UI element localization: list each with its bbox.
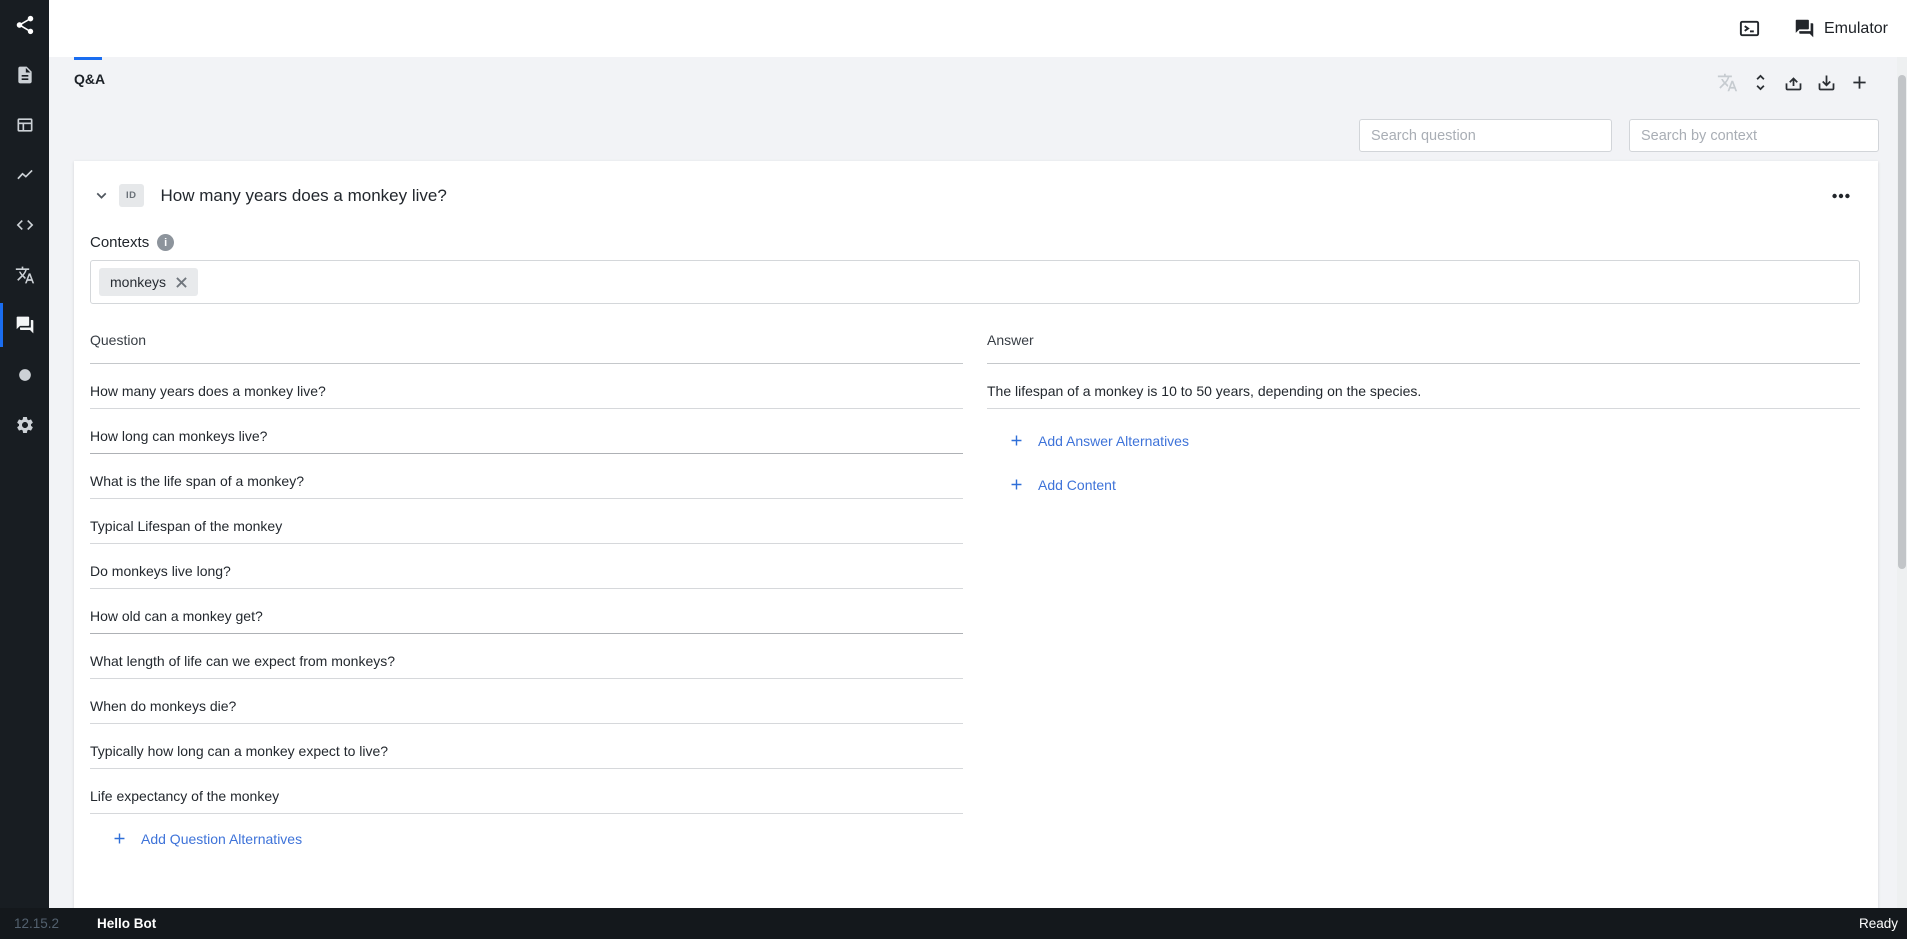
- search-question-input[interactable]: [1359, 119, 1612, 152]
- answer-row[interactable]: The lifespan of a monkey is 10 to 50 yea…: [987, 364, 1860, 409]
- qna-item-title: How many years does a monkey live?: [160, 185, 447, 205]
- sidebar-item-content[interactable]: [0, 50, 49, 100]
- add-question-alternatives-label: Add Question Alternatives: [141, 830, 303, 847]
- contexts-label-row: Contexts i: [90, 234, 1878, 251]
- question-row[interactable]: What length of life can we expect from m…: [90, 634, 963, 679]
- plus-icon: [1008, 432, 1025, 449]
- info-icon[interactable]: i: [157, 234, 175, 251]
- plus-icon: [1008, 476, 1025, 493]
- vertical-scrollbar-track[interactable]: [1897, 57, 1907, 908]
- top-bar: Emulator: [49, 0, 1907, 57]
- more-options-button[interactable]: [1830, 185, 1852, 207]
- export-button[interactable]: [1814, 70, 1838, 94]
- add-content-button[interactable]: Add Content: [1008, 476, 1116, 493]
- import-button[interactable]: [1781, 70, 1805, 94]
- bot-name: Hello Bot: [97, 916, 157, 931]
- sidebar-item-code[interactable]: [0, 200, 49, 250]
- question-row[interactable]: How long can monkeys live?: [90, 409, 963, 454]
- question-row[interactable]: When do monkeys die?: [90, 679, 963, 724]
- emulator-button[interactable]: Emulator: [1794, 18, 1888, 39]
- translate-button: [1715, 70, 1739, 94]
- circle-icon: [15, 365, 35, 385]
- search-context-input[interactable]: [1629, 119, 1879, 152]
- expand-collapse-button[interactable]: [1748, 70, 1772, 94]
- add-question-alternatives-button[interactable]: Add Question Alternatives: [111, 830, 302, 847]
- upload-icon: [1783, 72, 1804, 93]
- chat-icon: [15, 315, 35, 335]
- terminal-button[interactable]: [1738, 17, 1761, 40]
- id-badge: ID: [119, 184, 144, 207]
- qna-header-strip: Q&A: [49, 57, 1907, 161]
- download-icon: [1816, 72, 1837, 93]
- sidebar-item-analytics[interactable]: [0, 150, 49, 200]
- plus-icon: [1849, 72, 1870, 93]
- sidebar-item-nlu[interactable]: [0, 250, 49, 300]
- add-answer-alternatives-label: Add Answer Alternatives: [1038, 432, 1189, 449]
- chat-bubbles-icon: [1794, 18, 1815, 39]
- collapse-button[interactable]: [93, 187, 110, 204]
- translate-icon: [15, 265, 35, 285]
- question-row[interactable]: How many years does a monkey live?: [90, 364, 963, 409]
- qna-columns: Question How many years does a monkey li…: [90, 332, 1860, 847]
- emulator-label: Emulator: [1823, 19, 1888, 37]
- code-icon: [15, 215, 35, 235]
- sidebar-item-misunderstood[interactable]: [0, 350, 49, 400]
- qna-toolbar: [1715, 70, 1871, 94]
- document-icon: [15, 65, 35, 85]
- layout-icon: [15, 115, 35, 135]
- terminal-icon: [1738, 17, 1761, 40]
- ellipsis-icon: [1830, 185, 1852, 207]
- context-tag: monkeys: [99, 268, 199, 296]
- close-icon: [176, 276, 187, 288]
- active-tab-indicator: [74, 57, 102, 60]
- remove-tag-button[interactable]: [176, 276, 187, 288]
- sidebar-item-qna[interactable]: [0, 300, 49, 350]
- app-logo[interactable]: [0, 0, 49, 50]
- vertical-scrollbar-thumb[interactable]: [1898, 75, 1906, 569]
- status-bar: 12.15.2 Hello Bot Ready: [0, 908, 1907, 939]
- answer-column: Answer The lifespan of a monkey is 10 to…: [987, 332, 1860, 847]
- share-icon: [14, 14, 36, 36]
- chevron-down-icon: [93, 187, 110, 204]
- unfold-more-icon: [1750, 72, 1771, 93]
- contexts-label: Contexts: [90, 234, 150, 251]
- question-row[interactable]: How old can a monkey get?: [90, 589, 963, 634]
- question-row[interactable]: Life expectancy of the monkey: [90, 769, 963, 814]
- settings-gear-icon: [15, 415, 35, 435]
- question-row[interactable]: Do monkeys live long?: [90, 544, 963, 589]
- version-label: 12.15.2: [14, 916, 60, 931]
- sidebar: [0, 0, 49, 908]
- plus-icon: [111, 830, 128, 847]
- question-row[interactable]: Typically how long can a monkey expect t…: [90, 724, 963, 769]
- contexts-input[interactable]: monkeys: [90, 260, 1860, 304]
- sidebar-item-flows[interactable]: [0, 100, 49, 150]
- status-ready-label: Ready: [1858, 916, 1898, 931]
- question-column-header: Question: [90, 332, 963, 364]
- answer-column-header: Answer: [987, 332, 1860, 364]
- add-answer-alternatives-button[interactable]: Add Answer Alternatives: [1008, 432, 1189, 449]
- qna-item-header: ID How many years does a monkey live?: [93, 184, 1852, 207]
- question-row[interactable]: Typical Lifespan of the monkey: [90, 499, 963, 544]
- context-tag-label: monkeys: [110, 274, 167, 290]
- chart-icon: [15, 165, 35, 185]
- question-row[interactable]: What is the life span of a monkey?: [90, 454, 963, 499]
- search-row: [1359, 119, 1879, 152]
- qna-item-card: ID How many years does a monkey live? Co…: [74, 161, 1878, 908]
- translate-icon: [1717, 72, 1738, 93]
- add-content-label: Add Content: [1038, 476, 1116, 493]
- question-column: Question How many years does a monkey li…: [90, 332, 963, 847]
- add-qna-button[interactable]: [1847, 70, 1871, 94]
- sidebar-item-settings[interactable]: [0, 400, 49, 450]
- tab-qna-label: Q&A: [74, 71, 106, 87]
- tab-qna[interactable]: Q&A: [74, 57, 105, 87]
